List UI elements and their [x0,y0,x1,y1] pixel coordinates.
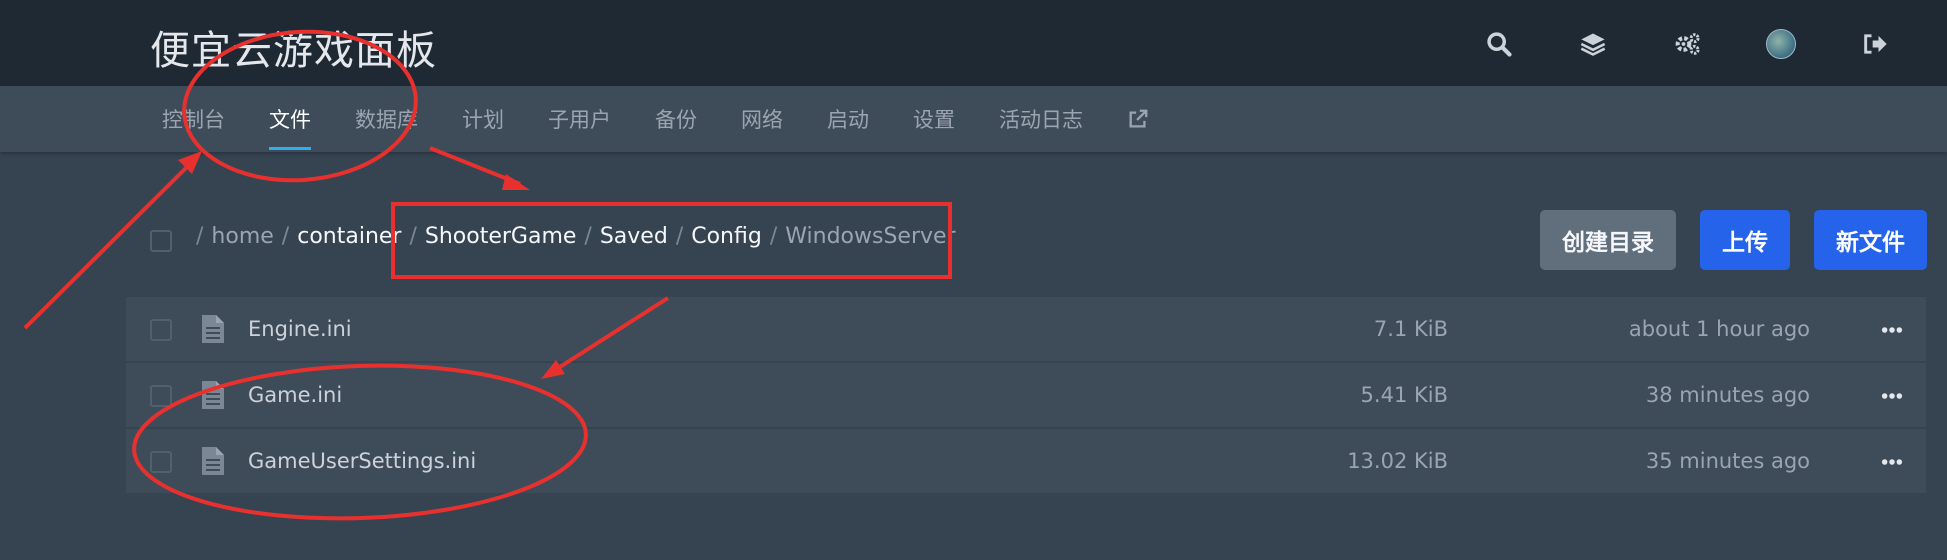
nav-network[interactable]: 网络 [719,86,805,152]
sub-navigation: 控制台 文件 数据库 计划 子用户 备份 网络 启动 设置 活动日志 [0,86,1947,152]
breadcrumb-shootergame[interactable]: ShooterGame [425,224,577,249]
file-checkbox[interactable] [150,451,172,473]
file-list: Engine.ini 7.1 KiB about 1 hour ago Game… [126,297,1926,495]
file-size: 5.41 KiB [1360,383,1448,407]
file-name[interactable]: Engine.ini [248,317,352,341]
nav-activity-log[interactable]: 活动日志 [977,86,1105,152]
app-title[interactable]: 便宜云游戏面板 [150,18,437,76]
file-modified: about 1 hour ago [1628,317,1810,341]
nav-settings[interactable]: 设置 [891,86,977,152]
more-options-icon[interactable] [1880,321,1904,339]
nav-console[interactable]: 控制台 [140,86,247,152]
external-link-icon[interactable] [1105,86,1171,152]
annotation-arrow-line [429,146,521,186]
gears-icon[interactable] [1665,22,1709,66]
file-text-icon [202,447,224,475]
nav-backups[interactable]: 备份 [633,86,719,152]
avatar[interactable] [1759,22,1803,66]
file-size: 13.02 KiB [1347,449,1448,473]
search-icon[interactable] [1477,22,1521,66]
create-directory-button[interactable]: 创建目录 [1540,210,1676,270]
file-text-icon [202,315,224,343]
breadcrumb: / home / container / ShooterGame / Saved… [196,224,956,249]
top-bar: 便宜云游戏面板 [0,0,1947,86]
file-row[interactable]: GameUserSettings.ini 13.02 KiB 35 minute… [126,429,1926,495]
nav-subusers[interactable]: 子用户 [526,86,633,152]
file-row[interactable]: Game.ini 5.41 KiB 38 minutes ago [126,363,1926,429]
file-text-icon [202,381,224,409]
nav-startup[interactable]: 启动 [805,86,891,152]
file-name[interactable]: Game.ini [248,383,342,407]
file-modified: 35 minutes ago [1645,449,1810,473]
nav-files[interactable]: 文件 [247,86,333,152]
breadcrumb-current: WindowsServer [785,224,956,249]
select-all-checkbox[interactable] [150,230,172,252]
file-modified: 38 minutes ago [1645,383,1810,407]
annotation-arrowhead [502,174,530,190]
more-options-icon[interactable] [1880,453,1904,471]
breadcrumb-container[interactable]: container [297,224,401,249]
nav-schedules[interactable]: 计划 [440,86,526,152]
breadcrumb-config[interactable]: Config [691,224,762,249]
nav-databases[interactable]: 数据库 [333,86,440,152]
new-file-button[interactable]: 新文件 [1814,210,1927,270]
layers-icon[interactable] [1571,22,1615,66]
file-row[interactable]: Engine.ini 7.1 KiB about 1 hour ago [126,297,1926,363]
top-icons [1477,22,1897,66]
file-actions: 创建目录 上传 新文件 [1540,210,1927,270]
file-checkbox[interactable] [150,385,172,407]
breadcrumb-saved[interactable]: Saved [600,224,668,249]
annotation-arrowhead [178,151,202,174]
more-options-icon[interactable] [1880,387,1904,405]
file-name[interactable]: GameUserSettings.ini [248,449,476,473]
file-checkbox[interactable] [150,319,172,341]
upload-button[interactable]: 上传 [1700,210,1790,270]
breadcrumb-home[interactable]: home [211,224,273,249]
breadcrumb-row: / home / container / ShooterGame / Saved… [0,210,1947,274]
sign-out-icon[interactable] [1853,22,1897,66]
file-size: 7.1 KiB [1373,317,1448,341]
